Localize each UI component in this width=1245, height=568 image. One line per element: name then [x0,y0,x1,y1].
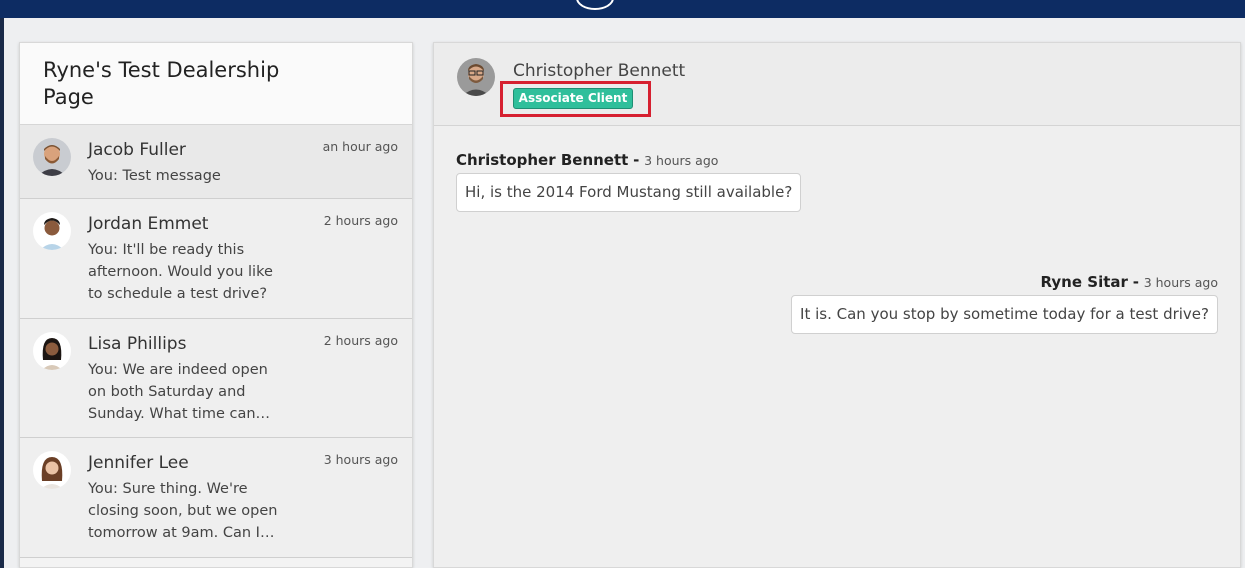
conversation-name: Jennifer Lee [88,453,189,473]
avatar [33,138,71,176]
message-bubble-outgoing: It is. Can you stop by sometime today fo… [791,295,1218,334]
message-bubble-incoming: Hi, is the 2014 Ford Mustang still avail… [456,173,802,212]
chat-contact-name: Christopher Bennett [513,61,686,81]
conversation-item-jordan-emmet[interactable]: Jordan Emmet 2 hours ago You: It'll be r… [20,199,412,319]
message-time: 3 hours ago [644,153,719,168]
conversation-time: 2 hours ago [323,333,398,348]
message-time: 3 hours ago [1143,275,1218,290]
conversation-time: 3 hours ago [323,452,398,467]
conversation-preview: You: Sure thing. We're closing soon, but… [88,481,278,541]
conversation-preview: You: Test message [88,168,221,184]
conversation-time: 2 hours ago [323,213,398,228]
message-meta: Christopher Bennett - 3 hours ago [456,151,718,169]
message-sender: Christopher Bennett [456,151,629,169]
message-separator: - [633,151,640,169]
conversation-name: Lisa Phillips [88,334,187,354]
top-navbar [0,0,1245,18]
brand-logo-icon[interactable] [576,0,614,10]
chat-panel: Christopher Bennett Associate Client Chr… [433,42,1241,568]
avatar [33,212,71,250]
conversation-name: Jacob Fuller [88,140,186,160]
conversation-list-panel: Ryne's Test Dealership Page Jacob Fuller… [19,42,413,568]
dealership-title: Ryne's Test Dealership Page [43,58,280,109]
conversation-preview: You: It'll be ready this afternoon. Woul… [88,242,273,302]
conversation-preview: You: We are indeed open on both Saturday… [88,362,271,422]
conversation-item-lisa-phillips[interactable]: Lisa Phillips 2 hours ago You: We are in… [20,319,412,438]
avatar [457,58,495,96]
conversation-list-header: Ryne's Test Dealership Page [20,43,412,125]
conversation-item-jacob-fuller[interactable]: Jacob Fuller an hour ago You: Test messa… [20,125,412,199]
conversation-item-jennifer-lee[interactable]: Jennifer Lee 3 hours ago You: Sure thing… [20,438,412,558]
message-meta: Ryne Sitar - 3 hours ago [1041,273,1218,291]
message-separator: - [1132,273,1139,291]
associate-client-button[interactable]: Associate Client [513,88,633,109]
avatar [33,451,71,489]
message-sender: Ryne Sitar [1040,273,1128,291]
conversation-time: an hour ago [322,139,398,154]
avatar [33,332,71,370]
conversation-name: Jordan Emmet [88,214,209,234]
chat-header: Christopher Bennett Associate Client [434,43,1240,126]
